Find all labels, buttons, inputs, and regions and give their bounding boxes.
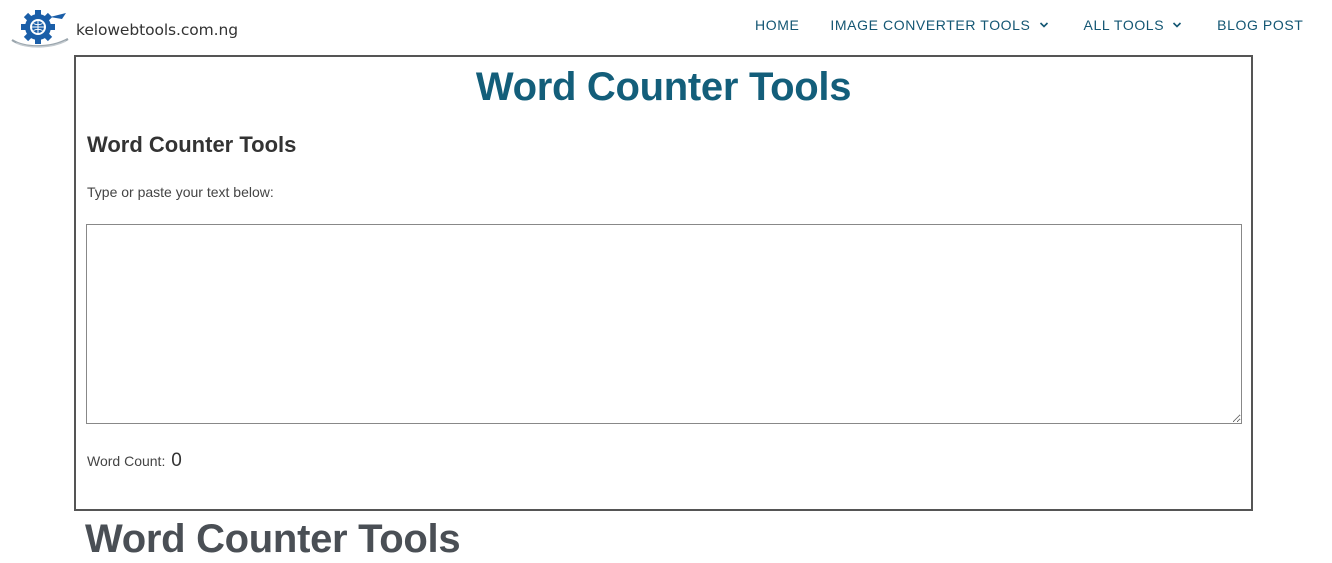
- word-count-value: 0: [171, 450, 182, 471]
- main-nav: HOME IMAGE CONVERTER TOOLS ALL TOOLS BLO…: [740, 0, 1332, 50]
- nav-all-tools[interactable]: ALL TOOLS: [1084, 17, 1183, 33]
- site-logo[interactable]: kelowebtools.com.ng: [10, 9, 238, 49]
- instruction-text: Type or paste your text below:: [87, 184, 274, 200]
- word-count: Word Count: 0: [87, 450, 182, 472]
- nav-blog-post-label: BLOG POST: [1217, 17, 1304, 33]
- nav-all-tools-label: ALL TOOLS: [1083, 17, 1165, 33]
- word-counter-panel: Word Counter Tools Word Counter Tools Ty…: [74, 55, 1253, 511]
- page-title: Word Counter Tools: [475, 65, 852, 109]
- nav-image-converter-tools[interactable]: IMAGE CONVERTER TOOLS: [830, 17, 1048, 33]
- word-count-label: Word Count:: [87, 453, 166, 469]
- nav-image-converter-label: IMAGE CONVERTER TOOLS: [830, 17, 1031, 33]
- tool-subtitle: Word Counter Tools: [87, 132, 297, 157]
- nav-blog-post[interactable]: BLOG POST: [1217, 17, 1303, 33]
- text-input-area[interactable]: [86, 224, 1242, 424]
- nav-home[interactable]: HOME: [755, 17, 799, 33]
- nav-home-label: HOME: [755, 17, 800, 33]
- site-header: kelowebtools.com.ng HOME IMAGE CONVERTER…: [0, 0, 1332, 52]
- gear-globe-logo-icon: [11, 10, 69, 48]
- chevron-down-icon: [1039, 22, 1048, 28]
- chevron-down-icon: [1173, 22, 1182, 28]
- section-heading: Word Counter Tools: [85, 517, 461, 561]
- logo-text: kelowebtools.com.ng: [76, 21, 238, 39]
